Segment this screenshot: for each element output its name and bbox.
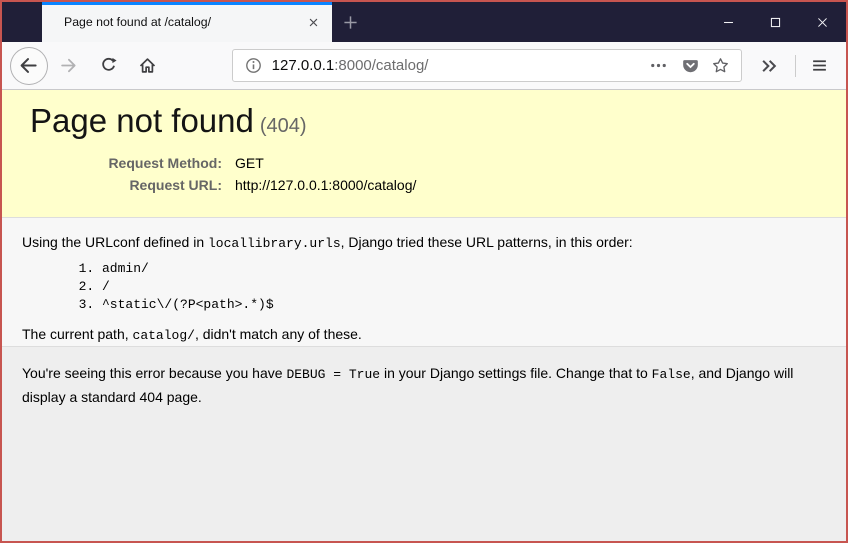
debug-true-code: DEBUG = True — [286, 367, 381, 382]
url-host: 127.0.0.1 — [271, 57, 335, 74]
urlconf-intro: Using the URLconf defined in locallibrar… — [22, 232, 826, 254]
reload-icon — [100, 57, 117, 74]
tab-strip: Page not found at /catalog/ — [2, 2, 705, 42]
urlconf-info-section: Using the URLconf defined in locallibrar… — [2, 218, 846, 347]
double-chevron-icon — [760, 57, 778, 75]
debug-explanation-text: You're seeing this error because you hav… — [22, 362, 804, 409]
pocket-icon — [682, 57, 699, 74]
tab-close-icon[interactable] — [304, 13, 322, 31]
urlconf-intro-suffix: , Django tried these URL patterns, in th… — [340, 234, 633, 250]
url-pattern-list: admin/ / ^static\/(?P<path>.*)$ — [22, 260, 826, 314]
pocket-button[interactable] — [682, 57, 699, 74]
page-actions-button[interactable] — [650, 57, 667, 74]
hamburger-menu-button[interactable] — [802, 50, 836, 82]
ellipsis-icon — [650, 57, 667, 74]
request-method-row: Request Method: GET — [22, 152, 419, 174]
titlebar: Page not found at /catalog/ — [2, 2, 846, 42]
site-info-icon[interactable] — [245, 57, 262, 74]
page-content: Page not found (404) Request Method: GET … — [2, 90, 846, 541]
explanation-part1: You're seeing this error because you hav… — [22, 365, 287, 381]
request-url-label: Request URL: — [129, 176, 222, 193]
star-icon — [712, 57, 729, 74]
maximize-button[interactable] — [752, 2, 799, 42]
overflow-menu-button[interactable] — [754, 50, 786, 82]
current-path-suffix: , didn't match any of these. — [194, 326, 362, 342]
back-arrow-icon — [19, 56, 38, 75]
home-button[interactable] — [132, 50, 164, 82]
url-pattern-item: / — [102, 278, 826, 296]
debug-explanation-section: You're seeing this error because you hav… — [2, 347, 846, 541]
tab-title: Page not found at /catalog/ — [64, 15, 211, 29]
current-path-value: catalog/ — [132, 328, 195, 343]
reload-button[interactable] — [92, 50, 124, 82]
status-code: (404) — [259, 115, 307, 137]
home-icon — [139, 57, 156, 74]
url-path: :8000/catalog/ — [334, 57, 429, 74]
plus-icon — [343, 15, 358, 30]
urlconf-module: locallibrary.urls — [208, 236, 341, 251]
url-bar[interactable]: 127.0.0.1:8000/catalog/ — [231, 49, 742, 82]
new-tab-button[interactable] — [332, 2, 368, 42]
error-title: Page not found — [30, 102, 254, 139]
forward-button[interactable] — [53, 50, 85, 82]
urlconf-intro-prefix: Using the URLconf defined in — [22, 234, 208, 250]
maximize-icon — [769, 16, 782, 29]
minimize-button[interactable] — [705, 2, 752, 42]
window-controls — [705, 2, 846, 42]
page-title: Page not found (404) — [30, 102, 826, 140]
active-tab-accent — [42, 2, 332, 5]
browser-tab[interactable]: Page not found at /catalog/ — [42, 2, 332, 42]
explanation-part2: in your Django settings file. Change tha… — [380, 365, 652, 381]
browser-window: Page not found at /catalog/ 127.0.0.1:80… — [0, 0, 848, 543]
current-path-line: The current path, catalog/, didn't match… — [22, 324, 826, 346]
minimize-icon — [722, 16, 735, 29]
request-method-value: GET — [235, 154, 264, 171]
url-pattern-item: ^static\/(?P<path>.*)$ — [102, 296, 826, 314]
back-button[interactable] — [10, 46, 48, 85]
current-path-prefix: The current path, — [22, 326, 133, 342]
hamburger-icon — [811, 57, 828, 74]
navigation-toolbar: 127.0.0.1:8000/catalog/ — [2, 42, 846, 90]
request-table: Request Method: GET Request URL: http://… — [22, 152, 419, 196]
request-url-row: Request URL: http://127.0.0.1:8000/catal… — [22, 174, 419, 196]
debug-false-code: False — [651, 367, 691, 382]
request-url-value: http://127.0.0.1:8000/catalog/ — [235, 176, 417, 193]
bookmark-star-button[interactable] — [712, 57, 729, 74]
request-method-label: Request Method: — [108, 154, 222, 171]
close-icon — [816, 16, 829, 29]
close-button[interactable] — [799, 2, 846, 42]
url-pattern-item: admin/ — [102, 260, 826, 278]
error-summary-section: Page not found (404) Request Method: GET … — [2, 90, 846, 218]
url-text: 127.0.0.1:8000/catalog/ — [272, 57, 429, 74]
forward-arrow-icon — [60, 57, 77, 74]
toolbar-separator — [795, 54, 797, 77]
